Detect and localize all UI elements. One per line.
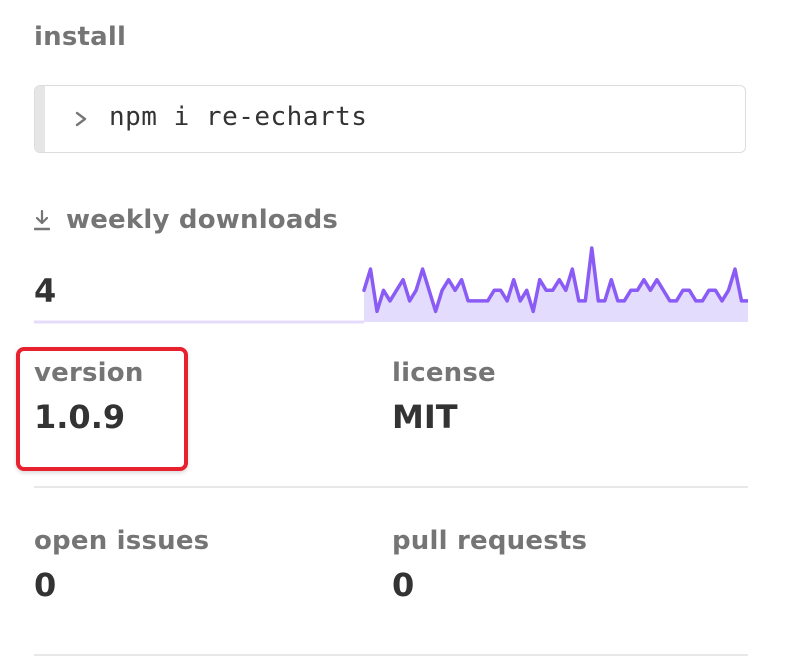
- install-command-box[interactable]: npm i re-echarts: [34, 85, 746, 153]
- stats-divider: [34, 486, 748, 488]
- terminal-prompt-icon: [75, 111, 87, 127]
- license-stat: license MIT: [392, 358, 496, 436]
- version-label: version: [34, 358, 144, 388]
- download-icon: [34, 209, 50, 231]
- version-stat: version 1.0.9: [34, 358, 144, 436]
- license-value: MIT: [392, 398, 458, 436]
- weekly-downloads-heading: weekly downloads: [34, 205, 338, 235]
- install-box-accent-bar: [35, 86, 45, 152]
- install-heading: install: [34, 22, 127, 52]
- weekly-downloads-sparkline: [34, 246, 748, 324]
- license-label: license: [392, 358, 496, 388]
- package-sidebar: install npm i re-echarts weekly download…: [34, 0, 748, 672]
- weekly-downloads-label: weekly downloads: [66, 205, 339, 235]
- open-issues-label: open issues: [34, 526, 210, 556]
- pull-requests-value[interactable]: 0: [392, 566, 587, 604]
- open-issues-value[interactable]: 0: [34, 566, 209, 604]
- install-command-text[interactable]: npm i re-echarts: [109, 102, 367, 132]
- stats-divider-bottom: [34, 654, 748, 656]
- pull-requests-label: pull requests: [392, 526, 588, 556]
- version-value: 1.0.9: [34, 398, 126, 436]
- pull-requests-stat[interactable]: pull requests 0: [392, 526, 587, 604]
- open-issues-stat[interactable]: open issues 0: [34, 526, 209, 604]
